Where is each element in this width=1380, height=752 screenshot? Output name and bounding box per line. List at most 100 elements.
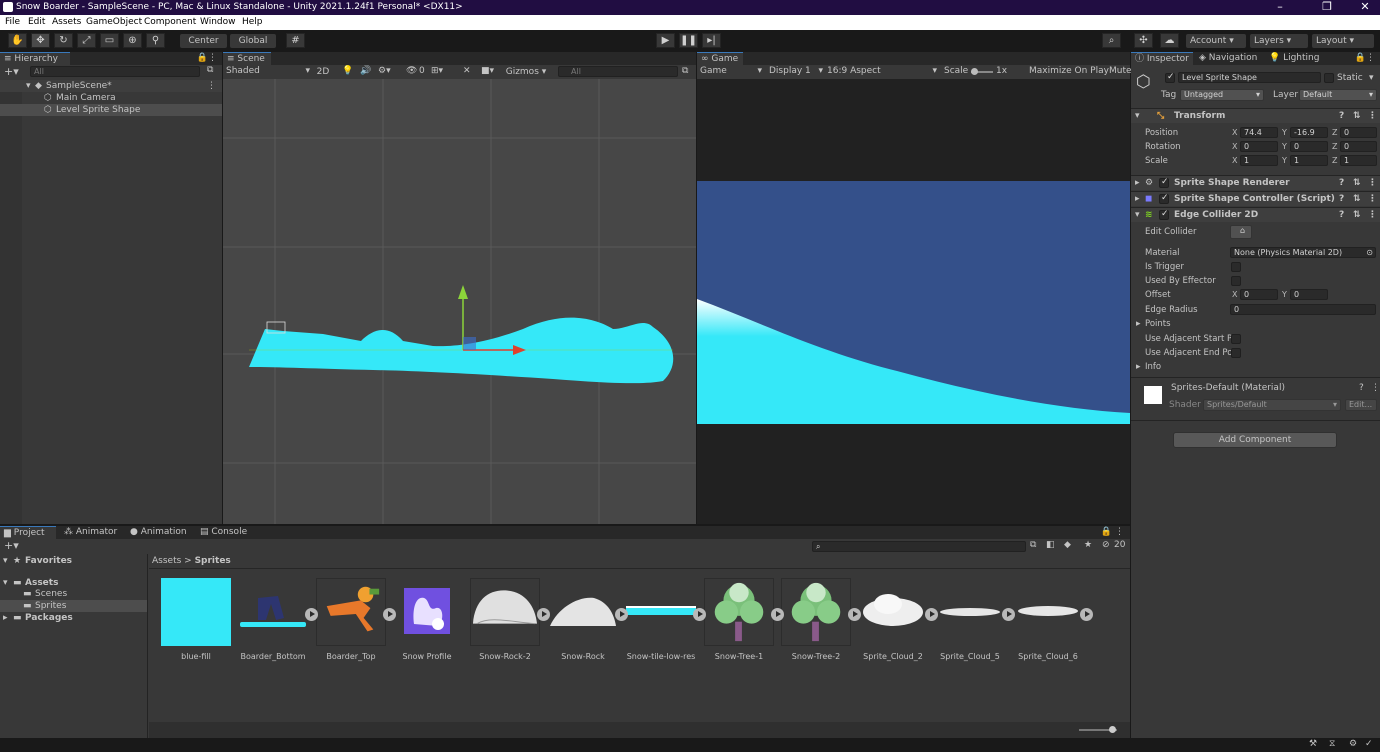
step-button[interactable]: ▸|	[702, 33, 721, 48]
scale-y-field[interactable]: 1	[1290, 155, 1328, 166]
add-icon[interactable]: +▾	[4, 65, 19, 78]
visibility-icon[interactable]: 👁	[406, 66, 417, 76]
hierarchy-search-input[interactable]: All	[30, 66, 200, 77]
project-more-icon[interactable]: ⋮	[1115, 527, 1124, 537]
sprite-shape-controller-header[interactable]: ▸ ◼ Sprite Shape Controller (Script) ? ⇅…	[1131, 191, 1380, 206]
hierarchy-item-level-sprite-shape[interactable]: ⬡ Level Sprite Shape	[0, 104, 222, 116]
adjacent-end-checkbox[interactable]	[1231, 348, 1241, 358]
foldout-icon[interactable]: ▾	[1135, 210, 1140, 220]
transform-header[interactable]: ▾ ⤡ Transform ? ⇅ ⋮	[1131, 108, 1380, 123]
shading-dropdown[interactable]: Shaded ▾	[226, 66, 310, 76]
custom-tool-icon[interactable]: ⚲	[146, 33, 165, 48]
menu-gameobject[interactable]: GameObject	[86, 17, 142, 27]
menu-file[interactable]: File	[5, 17, 20, 27]
create-icon[interactable]: +▾	[4, 539, 19, 552]
collider-enabled-checkbox[interactable]	[1159, 209, 1169, 220]
lighting-icon[interactable]: 💡	[342, 66, 353, 76]
close-icon[interactable]: ✕	[1345, 0, 1380, 15]
expand-sprite-icon[interactable]	[848, 608, 861, 621]
foldout-icon[interactable]: ▾	[1135, 111, 1140, 121]
breadcrumb-sprites[interactable]: Sprites	[195, 556, 231, 566]
type-filter-icon[interactable]: ◧	[1046, 540, 1055, 550]
tab-animation[interactable]: ● Animation	[126, 526, 191, 539]
hand-tool-icon[interactable]: ✋	[8, 33, 27, 48]
scale-tool-icon[interactable]: ⤢	[77, 33, 96, 48]
menu-component[interactable]: Component	[144, 17, 196, 27]
asset-sprite-cloud-2[interactable]: Sprite_Cloud_2	[858, 578, 938, 661]
component-menu-icon[interactable]: ⋮	[1368, 210, 1377, 220]
expand-sprite-icon[interactable]	[693, 608, 706, 621]
project-search-input[interactable]: ⌕	[812, 541, 1026, 552]
tab-hierarchy[interactable]: ≡ Hierarchy	[0, 52, 70, 65]
expand-sprite-icon[interactable]	[1002, 608, 1015, 621]
menu-edit[interactable]: Edit	[28, 17, 45, 27]
thumbnail-slider-thumb[interactable]	[1109, 726, 1116, 733]
info-label[interactable]: Info	[1145, 362, 1161, 372]
component-menu-icon[interactable]: ⋮	[1368, 194, 1377, 204]
object-name-field[interactable]: Level Sprite Shape	[1178, 72, 1321, 83]
check-icon[interactable]: ✓	[1365, 739, 1373, 749]
search-filter-icon[interactable]: ⧉	[1030, 540, 1036, 550]
favorite-icon[interactable]: ★	[1084, 540, 1092, 550]
rect-tool-icon[interactable]: ▭	[100, 33, 119, 48]
foldout-icon[interactable]: ▸	[1135, 194, 1140, 204]
collab-status-icon[interactable]: ⚙	[1349, 739, 1357, 749]
static-checkbox[interactable]	[1324, 73, 1334, 83]
tab-lighting[interactable]: 💡 Lighting	[1265, 52, 1323, 65]
preset-icon[interactable]: ⇅	[1353, 194, 1361, 204]
aspect-dropdown[interactable]: 16:9 Aspect ▾	[827, 66, 937, 76]
tab-console[interactable]: ▤ Console	[196, 526, 251, 539]
asset-snow-tree-2[interactable]: Snow-Tree-2	[781, 578, 861, 661]
offset-y-field[interactable]: 0	[1290, 289, 1328, 300]
asset-sprite-cloud-6[interactable]: Sprite_Cloud_6	[1013, 578, 1093, 661]
expand-sprite-icon[interactable]	[925, 608, 938, 621]
component-menu-icon[interactable]: ⋮	[1368, 178, 1377, 188]
is-trigger-checkbox[interactable]	[1231, 262, 1241, 272]
foldout-icon[interactable]: ▸	[1135, 178, 1140, 188]
menu-assets[interactable]: Assets	[52, 17, 81, 27]
asset-snow-tree-1[interactable]: Snow-Tree-1	[704, 578, 784, 661]
static-dropdown-icon[interactable]: ▾	[1369, 73, 1374, 83]
sprite-shape-terrain[interactable]	[249, 317, 674, 384]
asset-snow-tile-low-res[interactable]: Snow-tile-low-res	[626, 578, 706, 661]
transform-tool-icon[interactable]: ⊕	[123, 33, 142, 48]
collab-icon[interactable]: ✣	[1134, 33, 1153, 48]
help-icon[interactable]: ?	[1339, 210, 1344, 220]
asset-snow-rock[interactable]: Snow-Rock	[548, 578, 628, 661]
points-label[interactable]: Points	[1145, 319, 1171, 329]
maximize-icon[interactable]: ❐	[1307, 0, 1347, 15]
audio-icon[interactable]: 🔊	[360, 66, 371, 76]
mute-toggle[interactable]: Mute	[1109, 66, 1132, 76]
asset-sprite-cloud-5[interactable]: Sprite_Cloud_5	[935, 578, 1015, 661]
asset-boarder-top[interactable]: Boarder_Top	[316, 578, 396, 661]
adjacent-start-checkbox[interactable]	[1231, 334, 1241, 344]
rotation-x-field[interactable]: 0	[1240, 141, 1278, 152]
play-button[interactable]: ▶	[656, 33, 675, 48]
active-checkbox[interactable]	[1165, 72, 1175, 83]
edge-collider-header[interactable]: ▾ ≋ Edge Collider 2D ? ⇅ ⋮	[1131, 207, 1380, 222]
scenes-folder[interactable]: ▬ Scenes	[0, 588, 147, 600]
sprite-shape-renderer-header[interactable]: ▸ ⚙ Sprite Shape Renderer ? ⇅ ⋮	[1131, 175, 1380, 190]
tab-animator[interactable]: ⁂ Animator	[60, 526, 121, 539]
expand-arrow-icon[interactable]: ▸	[3, 612, 8, 624]
tab-game[interactable]: ∞ Game	[697, 52, 743, 65]
asset-blue-fill[interactable]: blue-fill	[161, 578, 231, 661]
asset-snow-profile[interactable]: Snow Profile	[392, 578, 462, 661]
minimize-icon[interactable]: –	[1260, 0, 1300, 15]
menu-window[interactable]: Window	[200, 17, 236, 27]
filter-icon[interactable]: ⧉	[207, 65, 213, 75]
preset-icon[interactable]: ⇅	[1353, 111, 1361, 121]
preset-icon[interactable]: ⇅	[1353, 178, 1361, 188]
camera-icon[interactable]: ■▾	[481, 66, 494, 76]
component-menu-icon[interactable]: ⋮	[1368, 111, 1377, 121]
expand-sprite-icon[interactable]	[1080, 608, 1093, 621]
lock-icon[interactable]: 🔒	[197, 53, 208, 63]
display-dropdown[interactable]: Display 1 ▾	[769, 66, 823, 76]
game-view-dropdown[interactable]: Game ▾	[700, 66, 762, 76]
scene-menu-icon[interactable]: ⋮	[207, 80, 216, 92]
expand-sprite-icon[interactable]	[537, 608, 550, 621]
physics-material-field[interactable]: None (Physics Material 2D) ⊙	[1230, 247, 1376, 258]
expand-sprite-icon[interactable]	[383, 608, 396, 621]
inspector-lock-icon[interactable]: 🔒	[1355, 53, 1366, 63]
hidden-packages-icon[interactable]: ⊘	[1102, 540, 1110, 550]
